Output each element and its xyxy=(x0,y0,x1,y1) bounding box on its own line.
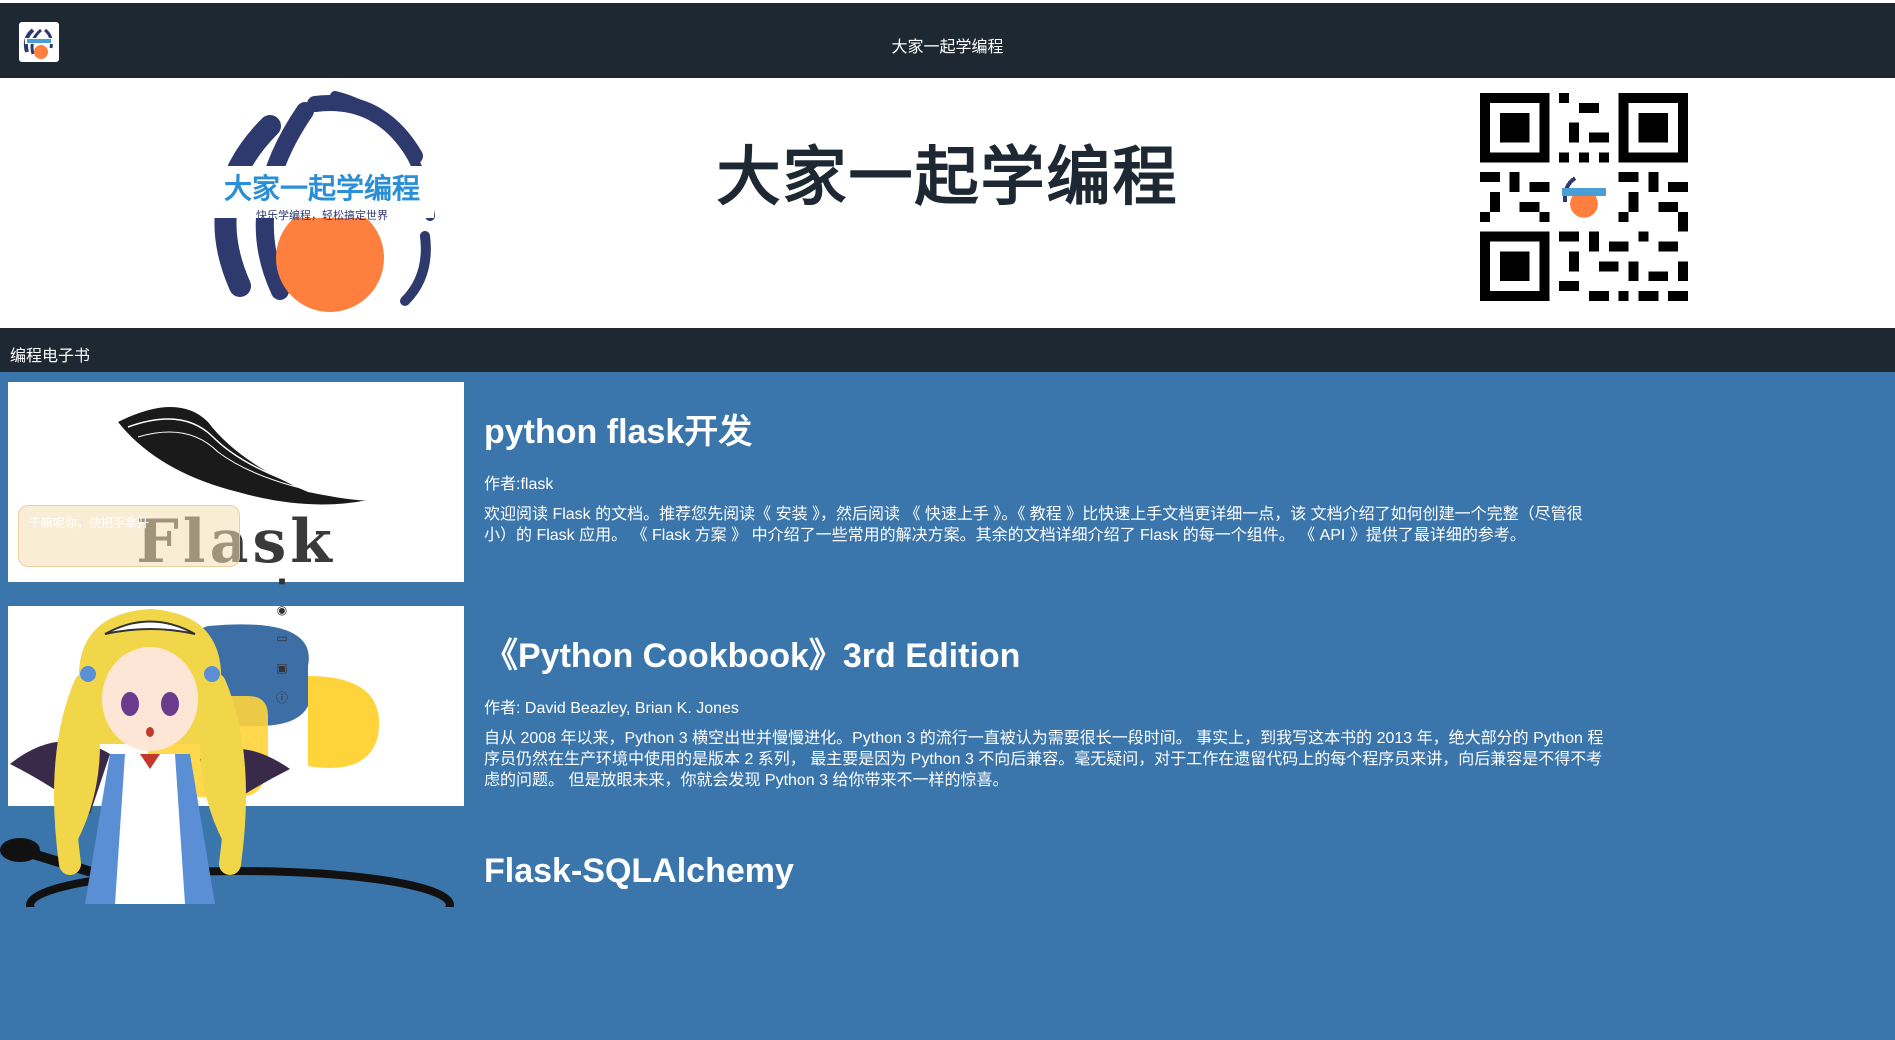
top-navbar: 大家一起学编程 xyxy=(0,0,1895,78)
home-icon[interactable]: ■ xyxy=(274,573,290,589)
book-description: 欢迎阅读 Flask 的文档。推荐您先阅读《 安装 》，然后阅读 《 快速上手 … xyxy=(484,506,1583,544)
mascot-toast: 干嘛呢你，快把手拿开 xyxy=(18,505,240,567)
category-title[interactable]: 编程电子书 xyxy=(10,342,90,366)
mascot-toast-text: 干嘛呢你，快把手拿开 xyxy=(29,516,150,530)
book-author: 作者:flask xyxy=(484,476,554,493)
mascot-character-image[interactable] xyxy=(0,604,300,907)
header-banner: 大家一起学编程 快乐学编程，轻松搞定世界 大家一起学编程 xyxy=(0,78,1895,328)
book-title[interactable]: Flask-SQLAlchemy xyxy=(484,852,794,891)
category-bar: 编程电子书 xyxy=(0,328,1895,372)
book-description: 自从 2008 年以来，Python 3 横空出世并慢慢进化。Python 3 … xyxy=(484,730,1604,789)
book-title[interactable]: 《Python Cookbook》3rd Edition xyxy=(484,628,1020,677)
book-title[interactable]: python flask开发 xyxy=(484,404,752,453)
book-item: Flask python flask开发 作者:flask 欢迎阅读 Flask… xyxy=(0,382,1895,592)
book-author: 作者: David Beazley, Brian K. Jones xyxy=(484,700,739,717)
qr-code-icon xyxy=(1480,93,1688,301)
navbar-title[interactable]: 大家一起学编程 xyxy=(0,33,1895,57)
